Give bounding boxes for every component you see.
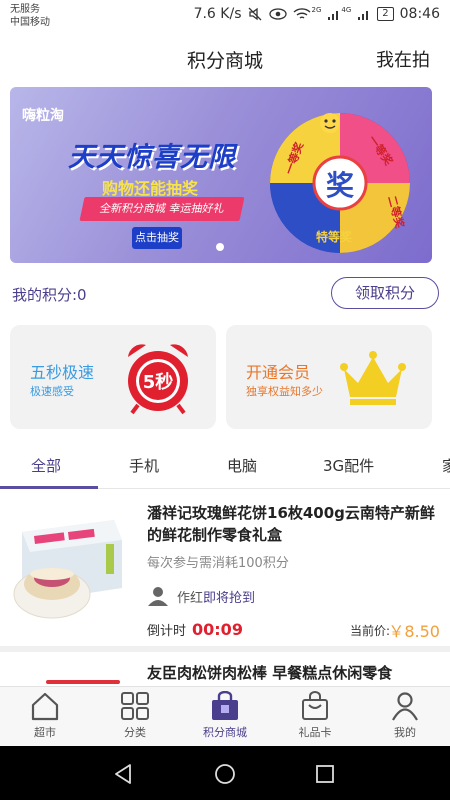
product-image <box>46 680 120 684</box>
nav-label: 积分商城 <box>203 726 247 739</box>
banner-subtitle: 购物还能抽奖 <box>102 179 199 198</box>
tab-home[interactable]: 家 <box>442 455 450 476</box>
grid-icon <box>121 692 149 720</box>
card-subtitle: 独享权益知多少 <box>246 385 323 398</box>
countdown-label: 倒计时 <box>147 624 187 639</box>
carrier-line-2: 中国移动 <box>10 17 50 28</box>
bidder-name: 作红 <box>177 590 204 606</box>
prize-wheel-graphic: 奖 一等奖 一等奖 二等奖 特等奖 <box>270 113 410 253</box>
current-price-label: 当前价: <box>349 624 390 638</box>
my-points-label: 我的积分:0 <box>12 286 87 304</box>
carrier-info: 无服务 中国移动 <box>10 3 50 29</box>
category-tabs: 全部 手机 电脑 3G配件 家 <box>0 445 450 489</box>
banner-ribbon: 全新积分商城 幸运抽好礼 <box>79 197 245 221</box>
countdown: 倒计时 00:09 <box>147 620 243 639</box>
product-image <box>13 520 122 619</box>
nav-gift-card[interactable]: 礼品卡 <box>270 691 360 740</box>
status-time: 08:46 <box>399 6 440 22</box>
nav-supermarket[interactable]: 超市 <box>0 691 90 740</box>
battery-indicator: 2 <box>377 7 394 21</box>
promo-banner[interactable]: 嗨粒淘 天天惊喜无限 购物还能抽奖 全新积分商城 幸运抽好礼 点击抽奖 奖 一等… <box>10 87 432 263</box>
tab-all[interactable]: 全部 <box>31 455 61 476</box>
product-cost-text: 每次参与需消耗100积分 <box>147 556 289 571</box>
status-indicators: 7.6 K/s 2G 4G 2 08:46 <box>194 6 440 22</box>
product-item[interactable]: 潘祥记玫瑰鲜花饼16枚400g云南特产新鲜的鲜花制作零食礼盒 每次参与需消耗10… <box>0 492 450 652</box>
banner-brand: 嗨粒淘 <box>22 108 64 124</box>
recent-apps-icon[interactable] <box>313 762 337 786</box>
my-bids-link[interactable]: 我在拍 <box>376 46 430 72</box>
alarm-clock-icon: 5秒 <box>128 344 188 415</box>
wheel-center-text: 奖 <box>326 169 354 202</box>
tab-phone[interactable]: 手机 <box>129 455 159 476</box>
card-subtitle: 极速感受 <box>30 385 74 398</box>
signal-icon <box>328 11 339 20</box>
current-price: ￥8.50 <box>388 622 440 641</box>
user-icon <box>392 692 418 721</box>
card-title: 开通会员 <box>246 363 311 382</box>
nav-label: 我的 <box>394 726 416 739</box>
app-header: 积分商城 我在拍 <box>0 34 450 82</box>
mute-icon <box>249 7 262 21</box>
network-type-2: 4G <box>341 6 352 14</box>
membership-promo-card[interactable]: 开通会员 独享权益知多少 <box>226 325 432 429</box>
status-bar: 无服务 中国移动 7.6 K/s 2G 4G 2 08:46 <box>0 0 450 34</box>
wifi-icon <box>294 8 311 19</box>
wheel-sector-4: 特等奖 <box>316 229 353 244</box>
clock-badge-text: 5秒 <box>143 371 174 393</box>
speed-promo-card[interactable]: 五秒极速 极速感受 5秒 <box>10 325 216 429</box>
claim-points-button[interactable]: 领取积分 <box>331 277 439 309</box>
tab-computer[interactable]: 电脑 <box>227 455 257 476</box>
carrier-line-1: 无服务 <box>10 4 40 15</box>
current-bidder: 作红即将抢到 <box>147 586 255 606</box>
countdown-timer: 00:09 <box>192 620 243 639</box>
network-type-1: 2G <box>311 6 322 14</box>
signal-icon-2 <box>358 11 369 20</box>
home-icon <box>31 692 59 721</box>
nav-label: 礼品卡 <box>298 726 332 739</box>
bidder-status: 即将抢到 <box>203 590 256 606</box>
tab-3g-accessories[interactable]: 3G配件 <box>323 455 374 476</box>
network-speed: 7.6 K/s <box>193 6 242 22</box>
product-item[interactable]: 友臣肉松饼肉松棒 早餐糕点休闲零食 <box>0 658 450 688</box>
product-title: 潘祥记玫瑰鲜花饼16枚400g云南特产新鲜的鲜花制作零食礼盒 <box>147 504 435 544</box>
bottom-navigation: 超市 分类 积分商城 礼品卡 我的 <box>0 686 450 746</box>
back-icon[interactable] <box>112 762 136 786</box>
crown-icon <box>340 351 406 405</box>
system-navigation-bar <box>0 746 450 800</box>
shopping-bag-icon <box>212 691 238 720</box>
home-button-icon[interactable] <box>213 762 237 786</box>
gift-bag-icon <box>302 691 328 720</box>
eye-icon <box>269 8 288 20</box>
nav-points-mall[interactable]: 积分商城 <box>180 691 270 740</box>
banner-slogan: 天天惊喜无限 <box>68 142 236 173</box>
card-title: 五秒极速 <box>30 363 95 382</box>
nav-label: 超市 <box>34 726 56 739</box>
banner-pagination <box>216 243 224 251</box>
draw-lottery-button[interactable]: 点击抽奖 <box>132 227 182 249</box>
product-title: 友臣肉松饼肉松棒 早餐糕点休闲零食 <box>147 664 393 682</box>
nav-label: 分类 <box>124 726 146 739</box>
user-avatar-icon <box>148 587 168 606</box>
nav-category[interactable]: 分类 <box>90 691 180 740</box>
nav-mine[interactable]: 我的 <box>360 691 450 740</box>
active-tab-indicator <box>0 486 98 489</box>
pagination-dot[interactable] <box>216 243 224 251</box>
